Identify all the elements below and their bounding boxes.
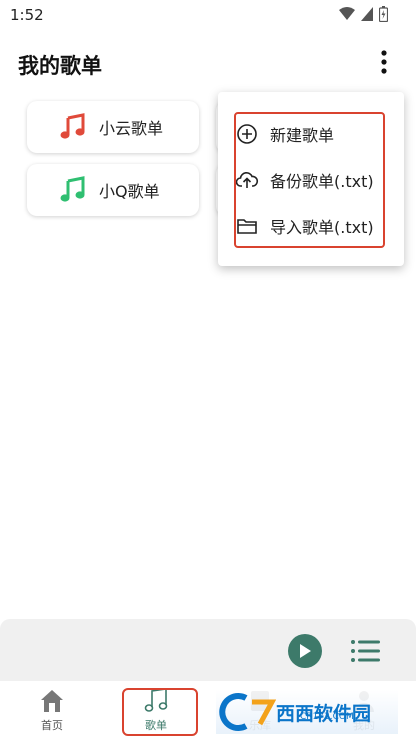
menu-highlight-box <box>234 112 385 248</box>
nav-item-home[interactable]: 首页 <box>12 687 92 737</box>
more-options-button[interactable] <box>370 46 398 78</box>
nav-label: 首页 <box>41 719 63 732</box>
screen: 1:52 我的歌单 小云歌单 小Q歌单 新建歌单 备份歌单(.txt) 导入歌单… <box>0 0 416 740</box>
battery-icon <box>379 6 388 22</box>
playlist-queue-button[interactable] <box>350 638 382 664</box>
playlist-label: 小云歌单 <box>99 119 164 138</box>
cell-icon <box>361 7 373 21</box>
watermark-sub: CR173.COM <box>300 712 354 722</box>
nav-highlight-box <box>122 688 198 736</box>
home-icon <box>41 690 63 712</box>
play-button[interactable] <box>288 634 322 668</box>
playlist-label: 小Q歌单 <box>99 182 160 201</box>
signal-icon <box>339 7 355 20</box>
watermark-logo-icon <box>219 693 276 731</box>
status-icons <box>339 6 388 22</box>
music-note-red-icon <box>60 113 85 139</box>
more-vertical-icon <box>381 50 387 74</box>
page-title: 我的歌单 <box>18 54 102 78</box>
playlist-card-xiaoyun[interactable]: 小云歌单 <box>27 101 199 153</box>
playlist-card-xiaoq[interactable]: 小Q歌单 <box>27 164 199 216</box>
play-icon <box>300 644 311 658</box>
queue-list-icon <box>351 640 380 662</box>
status-time: 1:52 <box>10 6 44 24</box>
status-bar: 1:52 <box>0 0 416 30</box>
music-note-green-icon <box>60 176 85 202</box>
